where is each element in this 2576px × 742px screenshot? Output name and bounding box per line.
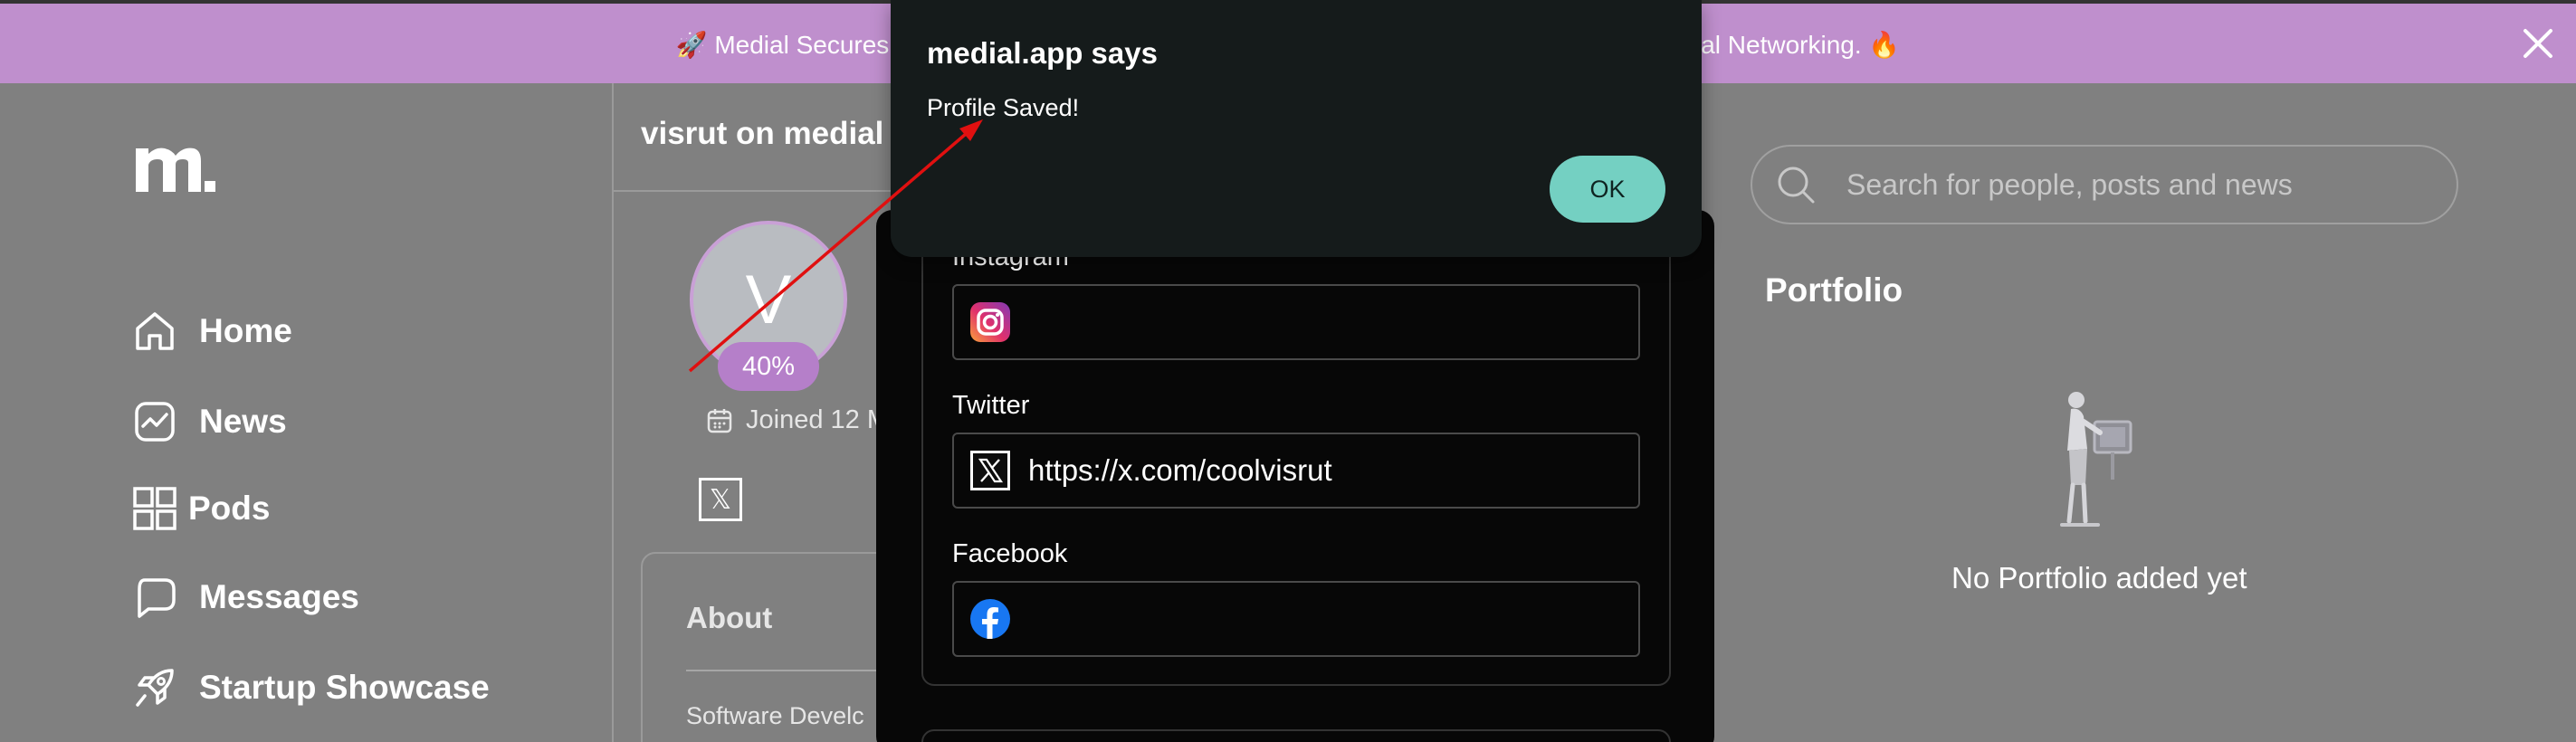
x-icon — [970, 451, 1010, 490]
alert-title: medial.app says — [927, 36, 1158, 70]
sidebar-item-news[interactable]: News — [132, 395, 287, 449]
sidebar-item-pods[interactable]: Pods — [132, 481, 270, 536]
facebook-field[interactable] — [952, 581, 1640, 657]
news-icon — [135, 402, 175, 442]
search-bar[interactable] — [1751, 145, 2458, 224]
sidebar-item-label: Pods — [188, 490, 271, 527]
profile-completion-badge: 40% — [718, 342, 819, 391]
about-text: Software Develc — [686, 702, 864, 729]
sidebar-item-label: Startup Showcase — [199, 669, 490, 706]
portfolio-title: Portfolio — [1765, 271, 1903, 309]
home-icon — [136, 312, 174, 350]
medial-logo[interactable] — [136, 143, 217, 197]
search-input[interactable] — [1846, 167, 2408, 202]
ok-button[interactable]: OK — [1550, 156, 1665, 223]
joined-text: Joined 12 M — [746, 405, 889, 434]
twitter-value: https://x.com/coolvisrut — [1028, 453, 1332, 487]
search-icon — [1778, 166, 1815, 204]
facebook-label: Facebook — [952, 539, 1068, 568]
about-title: About — [686, 601, 773, 634]
portfolio-empty-text: No Portfolio added yet — [1951, 561, 2247, 595]
grid-icon — [133, 487, 177, 530]
chat-icon — [138, 578, 176, 618]
joined-date: Joined 12 M — [706, 405, 889, 435]
facebook-icon — [970, 599, 1010, 639]
sidebar-divider — [612, 83, 614, 742]
sidebar-item-home[interactable]: Home — [132, 304, 292, 358]
alert-message: Profile Saved! — [927, 94, 1080, 121]
banner-text-right: ial Networking. 🔥 — [1695, 31, 1901, 59]
rocket-icon — [136, 669, 174, 707]
sidebar-item-messages[interactable]: Messages — [132, 570, 359, 624]
x-social-link[interactable]: 𝕏 — [699, 478, 742, 521]
instagram-field[interactable] — [952, 284, 1640, 360]
avatar-initial: V — [745, 261, 792, 338]
empty-portfolio-illustration — [2060, 392, 2132, 527]
sidebar-item-label: Home — [199, 312, 292, 349]
close-icon[interactable] — [2518, 24, 2558, 63]
calendar-icon — [707, 408, 732, 433]
twitter-label: Twitter — [952, 391, 1030, 420]
instagram-icon — [970, 302, 1010, 342]
x-icon: 𝕏 — [709, 484, 732, 515]
sidebar-item-label: Messages — [199, 578, 359, 615]
sidebar-item-startup-showcase[interactable]: Startup Showcase — [132, 661, 490, 715]
twitter-field[interactable]: https://x.com/coolvisrut — [952, 433, 1640, 509]
page-title: visrut on medial — [641, 116, 884, 151]
sidebar-item-label: News — [199, 403, 287, 440]
next-section — [921, 729, 1671, 742]
